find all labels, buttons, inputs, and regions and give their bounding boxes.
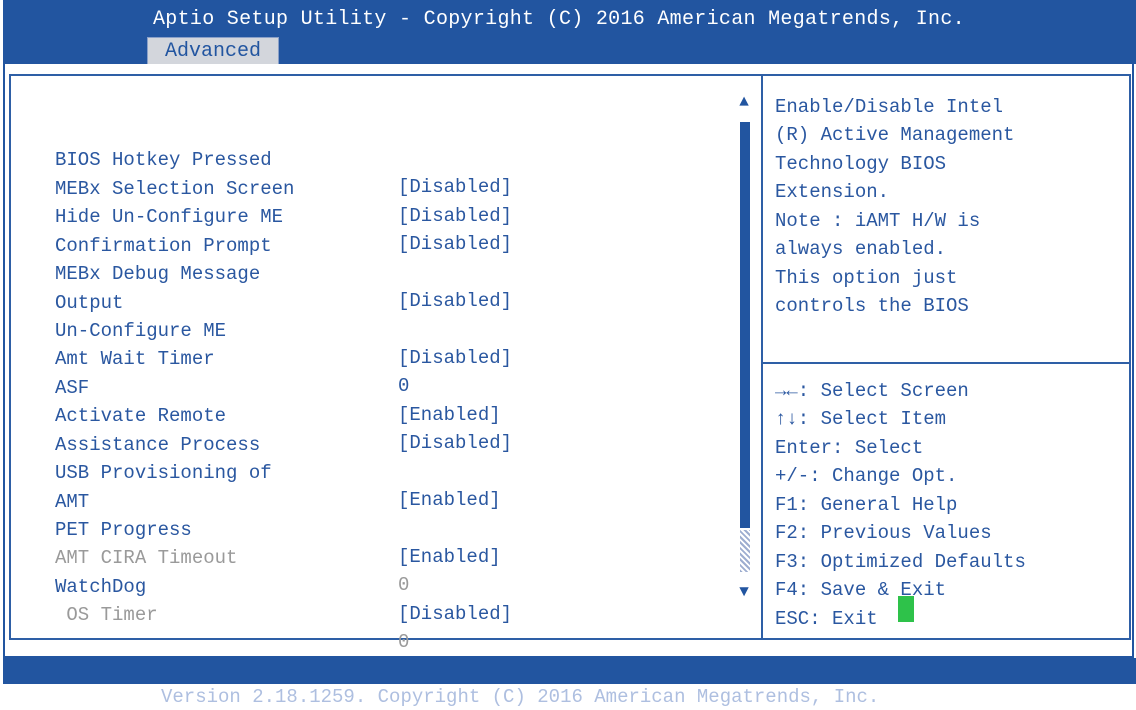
setting-label: OS Timer [55,604,158,626]
version-text: Version 2.18.1259. Copyright (C) 2016 Am… [161,686,880,708]
scroll-up-arrow-icon[interactable]: ▲ [737,92,751,112]
setting-intel-amt[interactable]: Intel AMT [Enabled] [55,92,535,170]
key-hint-change-opt: +/-: Change Opt. [775,465,958,487]
key-hint-f4: F4: Save & Exit [775,579,947,601]
key-hint-f1: F1: General Help [775,494,958,516]
help-description-line: controls the BIOS [775,295,969,317]
setting-amt-wait-timer[interactable]: Amt Wait Timer 0 [55,319,535,397]
setting-value[interactable]: [Disabled] [398,601,512,628]
key-hint-enter: Enter: Select [775,437,924,459]
key-hint-f3: F3: Optimized Defaults [775,551,1026,573]
help-description-line: always enabled. [775,238,947,260]
footer-bar: Version 2.18.1259. Copyright (C) 2016 Am… [3,658,1136,708]
setting-hide-unconfigure-me[interactable]: Hide Un-Configure ME [Disabled] [55,177,535,255]
setting-watchdog[interactable]: WatchDog [Disabled] [55,547,535,625]
setting-mebx-selection-screen[interactable]: MEBx Selection Screen [Disabled] [55,149,535,227]
setting-label-continuation: Assistance Process [55,405,535,456]
scrollbar-thumb[interactable] [740,122,750,528]
key-hint-esc: ESC: Exit [775,608,878,630]
help-description-line: Extension. [775,181,890,203]
setting-usb-provisioning[interactable]: USB Provisioning of [Enabled] [55,433,535,511]
key-hint-select-item: ↑↓: Select Item [775,408,947,430]
setting-label-continuation: Confirmation Prompt [55,206,535,257]
help-description-line: Note : iAMT H/W is [775,210,981,232]
scroll-down-arrow-icon[interactable]: ▼ [737,582,751,602]
scrollbar-track[interactable] [740,530,750,572]
key-hint-select-screen: →←: Select Screen [775,380,969,402]
setting-label-continuation: AMT [55,462,535,513]
help-divider [763,362,1129,364]
setting-pet-progress[interactable]: PET Progress [Enabled] [55,490,535,568]
tab-advanced[interactable]: Advanced [147,37,279,66]
setting-label-continuation: Output [55,263,535,314]
text-cursor [898,596,914,622]
key-hint-f2: F2: Previous Values [775,522,992,544]
help-description-line: Technology BIOS [775,153,947,175]
setting-value: 0 [398,631,410,653]
setting-activate-remote-assistance[interactable]: Activate Remote [Disabled] [55,376,535,454]
setting-mebx-debug-message[interactable]: MEBx Debug Message [Disabled] [55,234,535,312]
setting-amt-cira-timeout: AMT CIRA Timeout 0 [55,518,535,596]
setting-bios-hotkey-pressed[interactable]: BIOS Hotkey Pressed [Disabled] [55,120,535,198]
app-title: Aptio Setup Utility - Copyright (C) 2016… [153,8,965,31]
setting-os-timer: OS Timer 0 [55,575,535,653]
help-description-line: This option just [775,267,958,289]
setting-asf[interactable]: ASF [Enabled] [55,348,535,426]
help-description-line: Enable/Disable Intel [775,96,1004,118]
help-description-line: (R) Active Management [775,124,1015,146]
setting-unconfigure-me[interactable]: Un-Configure ME [Disabled] [55,291,535,369]
